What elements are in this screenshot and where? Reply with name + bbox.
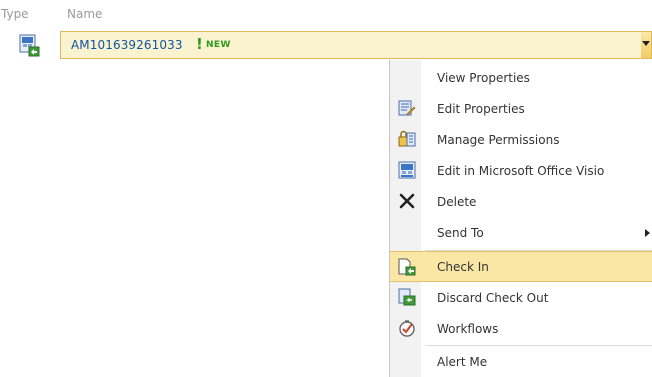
- item-context-menu: View Properties Edit Properties Manage P…: [389, 60, 652, 377]
- menu-item-edit-in-visio[interactable]: Edit in Microsoft Office Visio: [390, 155, 652, 186]
- visio-document-checked-out-icon: [17, 33, 41, 57]
- list-header: Type Name: [0, 0, 652, 30]
- column-header-type[interactable]: Type: [1, 7, 29, 21]
- item-name-link[interactable]: AM101639261033: [71, 38, 183, 52]
- menu-item-send-to[interactable]: Send To: [390, 217, 652, 248]
- menu-item-label: Check In: [437, 260, 489, 274]
- menu-item-check-in[interactable]: Check In: [390, 251, 652, 282]
- discard-check-out-icon: [398, 288, 416, 306]
- menu-item-label: Delete: [437, 195, 477, 209]
- submenu-arrow-icon: [645, 229, 650, 237]
- menu-item-label: View Properties: [437, 71, 530, 85]
- menu-item-workflows[interactable]: Workflows: [390, 313, 652, 344]
- menu-item-delete[interactable]: Delete: [390, 186, 652, 217]
- menu-item-label: Send To: [437, 226, 484, 240]
- new-badge: NEW: [206, 40, 231, 50]
- menu-item-label: Alert Me: [437, 355, 488, 369]
- manage-permissions-icon: [398, 130, 416, 148]
- visio-edit-icon: [398, 161, 416, 179]
- menu-item-label: Workflows: [437, 322, 499, 336]
- delete-x-icon: [398, 192, 416, 210]
- menu-item-label: Discard Check Out: [437, 291, 549, 305]
- check-in-icon: [398, 258, 416, 276]
- edit-properties-icon: [398, 99, 416, 117]
- menu-item-label: Edit in Microsoft Office Visio: [437, 164, 605, 178]
- new-exclamation-icon: !: [196, 35, 203, 53]
- menu-item-label: Manage Permissions: [437, 133, 560, 147]
- item-menu-dropdown-button[interactable]: [641, 32, 651, 58]
- name-cell[interactable]: AM101639261033 ! NEW: [60, 31, 652, 59]
- menu-item-alert-me[interactable]: Alert Me: [390, 346, 652, 377]
- menu-item-label: Edit Properties: [437, 102, 525, 116]
- column-header-name[interactable]: Name: [67, 7, 102, 21]
- workflows-icon: [398, 319, 416, 337]
- menu-item-edit-properties[interactable]: Edit Properties: [390, 93, 652, 124]
- menu-item-view-properties[interactable]: View Properties: [390, 62, 652, 93]
- chevron-down-icon: [642, 41, 650, 46]
- list-item: AM101639261033 ! NEW: [0, 31, 652, 61]
- menu-item-manage-permissions[interactable]: Manage Permissions: [390, 124, 652, 155]
- menu-item-discard-check-out[interactable]: Discard Check Out: [390, 282, 652, 313]
